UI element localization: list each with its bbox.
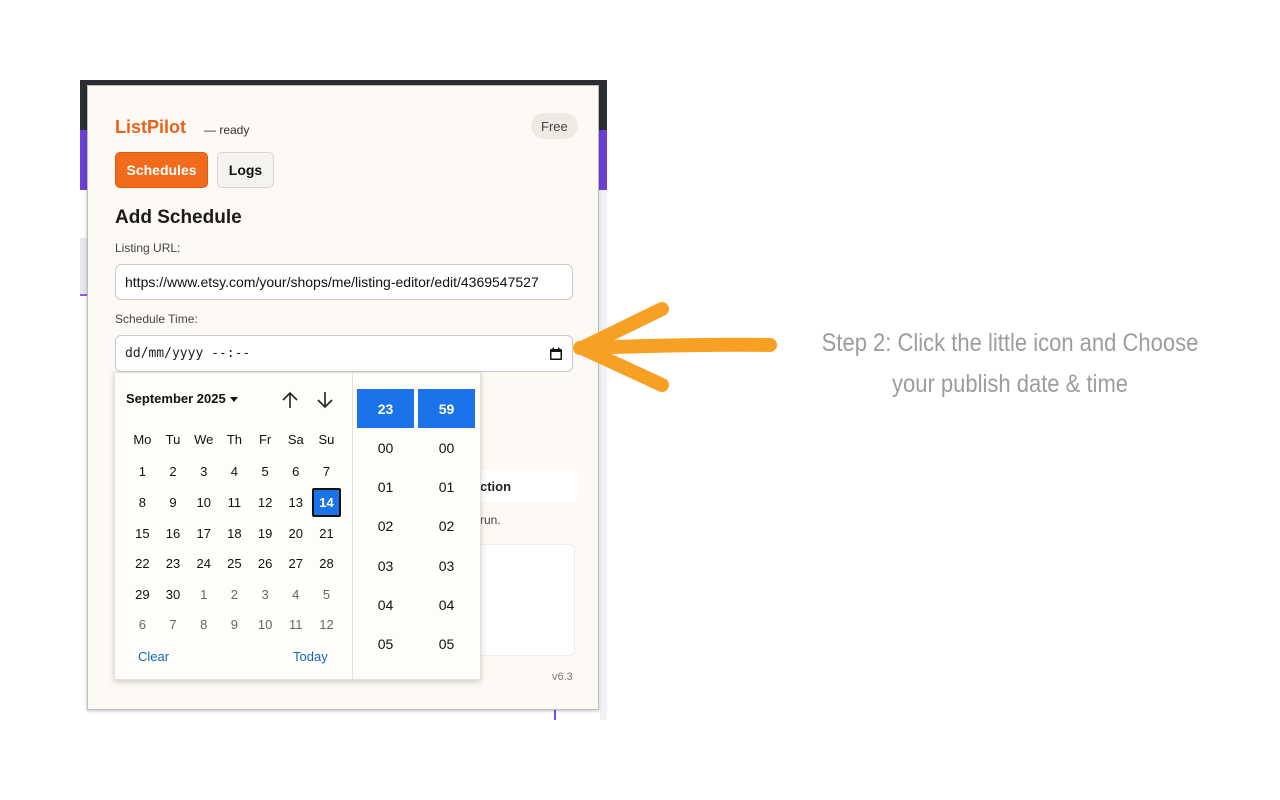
calendar-day[interactable]: 4 — [280, 579, 311, 610]
arrow-down-icon — [317, 392, 333, 409]
hours-column: 23 00 01 02 03 04 05 — [357, 389, 414, 664]
calendar-day[interactable]: 12 — [250, 487, 281, 518]
calendar-day[interactable]: 4 — [219, 457, 250, 488]
calendar-day[interactable]: 2 — [219, 579, 250, 610]
calendar-day[interactable]: 23 — [158, 548, 189, 579]
minute-option[interactable]: 03 — [418, 546, 475, 585]
calendar-day[interactable]: 28 — [311, 548, 342, 579]
calendar-day[interactable]: 14 — [312, 488, 341, 517]
calendar-day[interactable]: 22 — [127, 548, 158, 579]
calendar-day[interactable]: 13 — [280, 487, 311, 518]
calendar-day[interactable]: 27 — [280, 548, 311, 579]
weekday-label: Su — [318, 431, 335, 447]
weekday-label: We — [194, 431, 214, 447]
schedule-time-label: Schedule Time: — [115, 312, 198, 326]
calendar-day[interactable]: 7 — [158, 610, 189, 641]
calendar-day[interactable]: 10 — [188, 487, 219, 518]
instruction-text: Step 2: Click the little icon and Choose… — [821, 329, 1199, 398]
schedule-time-placeholder: dd/mm/yyyy --:-- — [125, 346, 251, 361]
partial-card-text: run. — [480, 513, 501, 527]
weekday-label: Sa — [287, 431, 304, 447]
calendar-day[interactable]: 3 — [250, 579, 281, 610]
arrow-up-icon — [282, 391, 298, 408]
version-label: v6.3 — [552, 671, 573, 683]
brand-name: ListPilot — [115, 117, 186, 137]
next-month-button[interactable] — [314, 389, 336, 411]
calendar-day[interactable]: 17 — [188, 518, 219, 549]
weekday-label: Tu — [165, 431, 181, 447]
minute-option[interactable]: 05 — [418, 624, 475, 663]
listing-url-label: Listing URL: — [115, 241, 181, 255]
weekday-label: Th — [226, 431, 242, 447]
calendar-day[interactable]: 12 — [311, 610, 342, 641]
calendar-day[interactable]: 6 — [127, 610, 158, 641]
calendar-day[interactable]: 10 — [250, 610, 281, 641]
tab-schedules[interactable]: Schedules — [115, 152, 208, 188]
calendar-day[interactable]: 11 — [219, 487, 250, 518]
month-selector[interactable]: September 2025 — [126, 391, 238, 406]
calendar-day[interactable]: 8 — [188, 610, 219, 641]
listing-url-input[interactable] — [115, 264, 573, 300]
calendar-day[interactable]: 7 — [311, 457, 342, 488]
calendar-day[interactable]: 9 — [219, 610, 250, 641]
calendar-day[interactable]: 6 — [280, 457, 311, 488]
minutes-column: 59 00 01 02 03 04 05 — [418, 389, 475, 664]
date-time-picker: September 2025 Mo Tu We Th Fr Sa Su 1 2 3 4 5 6 7 8 9 10… — [114, 372, 481, 680]
calendar-day[interactable]: 25 — [219, 548, 250, 579]
minute-option[interactable]: 00 — [418, 428, 475, 467]
calendar-day[interactable]: 5 — [250, 457, 281, 488]
calendar-day[interactable]: 11 — [280, 610, 311, 641]
calendar-day[interactable]: 5 — [311, 579, 342, 610]
calendar-icon[interactable] — [549, 347, 563, 361]
clear-button[interactable]: Clear — [138, 649, 169, 664]
calendar-day[interactable]: 9 — [158, 487, 189, 518]
hour-option[interactable]: 01 — [357, 467, 414, 506]
selected-minute[interactable]: 59 — [418, 389, 475, 428]
partial-card-title: ction — [480, 479, 512, 494]
calendar-day[interactable]: 20 — [280, 518, 311, 549]
orange-arrow-icon — [573, 302, 777, 392]
calendar-day[interactable]: 24 — [188, 548, 219, 579]
hour-option[interactable]: 04 — [357, 585, 414, 624]
partial-box — [468, 544, 575, 656]
calendar-day[interactable]: 8 — [127, 487, 158, 518]
selected-hour[interactable]: 23 — [357, 389, 414, 428]
today-button[interactable]: Today — [293, 649, 328, 664]
weekday-label: Mo — [133, 431, 152, 447]
calendar-day[interactable]: 2 — [158, 457, 189, 488]
calendar-day[interactable]: 26 — [250, 548, 281, 579]
section-title: Add Schedule — [115, 207, 242, 228]
hour-option[interactable]: 03 — [357, 546, 414, 585]
plan-badge: Free — [531, 113, 578, 139]
minute-option[interactable]: 02 — [418, 507, 475, 546]
hour-option[interactable]: 05 — [357, 624, 414, 663]
tab-logs[interactable]: Logs — [217, 152, 274, 188]
minute-option[interactable]: 01 — [418, 467, 475, 506]
month-label: September 2025 — [126, 391, 226, 406]
calendar-day[interactable]: 21 — [311, 518, 342, 549]
caret-down-icon — [229, 397, 238, 403]
schedule-time-input[interactable]: dd/mm/yyyy --:-- — [115, 335, 573, 372]
minute-option[interactable]: 04 — [418, 585, 475, 624]
calendar-day[interactable]: 18 — [219, 518, 250, 549]
calendar-day[interactable]: 29 — [127, 579, 158, 610]
calendar-grid: Mo Tu We Th Fr Sa Su 1 2 3 4 5 6 7 8 9 10 11 12 13 14 15 16 17 1… — [127, 426, 342, 640]
hour-option[interactable]: 00 — [357, 428, 414, 467]
calendar-day[interactable]: 16 — [158, 518, 189, 549]
weekday-label: Fr — [258, 431, 272, 447]
calendar-day[interactable]: 1 — [188, 579, 219, 610]
calendar-panel: September 2025 Mo Tu We Th Fr Sa Su 1 2 3 4 5 6 7 8 9 10… — [115, 373, 353, 679]
previous-month-button[interactable] — [279, 389, 301, 411]
calendar-day[interactable]: 15 — [127, 518, 158, 549]
hour-option[interactable]: 02 — [357, 507, 414, 546]
calendar-day[interactable]: 1 — [127, 457, 158, 488]
calendar-day[interactable]: 30 — [158, 579, 189, 610]
status-text: — ready — [204, 123, 250, 137]
background-page-edge — [600, 190, 607, 720]
calendar-day[interactable]: 3 — [188, 457, 219, 488]
calendar-day[interactable]: 19 — [250, 518, 281, 549]
